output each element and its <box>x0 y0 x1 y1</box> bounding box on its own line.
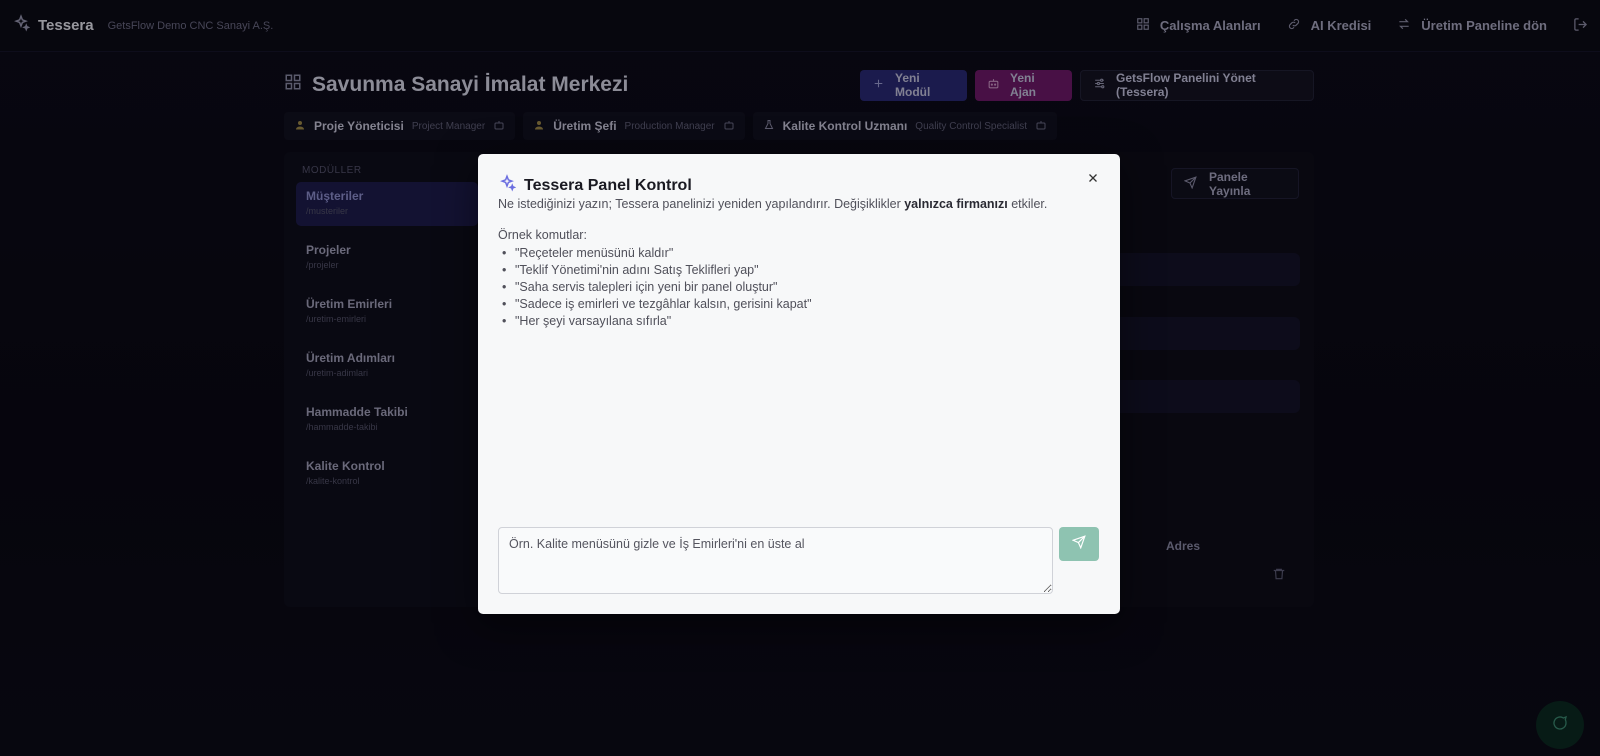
tessera-panel-control-modal: Tessera Panel Kontrol Ne istediğinizi ya… <box>478 154 1120 614</box>
example-item: "Her şeyi varsayılana sıfırla" <box>498 313 812 330</box>
modal-description-emphasis: yalnızca firmanızı <box>904 197 1008 211</box>
examples-title: Örnek komutlar: <box>498 228 587 242</box>
example-item: "Saha servis talepleri için yeni bir pan… <box>498 279 812 296</box>
modal-description-end: etkiler. <box>1007 197 1048 211</box>
command-input[interactable] <box>498 527 1053 594</box>
modal-description: Ne istediğinizi yazın; Tessera paneliniz… <box>498 197 1047 211</box>
send-icon <box>1071 534 1086 554</box>
close-icon[interactable] <box>1086 171 1100 185</box>
example-item: "Reçeteler menüsünü kaldır" <box>498 245 812 262</box>
modal-title: Tessera Panel Kontrol <box>524 176 692 194</box>
modal-description-text: Ne istediğinizi yazın; Tessera paneliniz… <box>498 197 905 211</box>
example-item: "Sadece iş emirleri ve tezgâhlar kalsın,… <box>498 296 812 313</box>
examples-list: "Reçeteler menüsünü kaldır" "Teklif Yöne… <box>498 245 812 330</box>
send-button[interactable] <box>1059 527 1099 561</box>
sparkle-icon <box>498 174 517 197</box>
example-item: "Teklif Yönetimi'nin adını Satış Teklifl… <box>498 262 812 279</box>
